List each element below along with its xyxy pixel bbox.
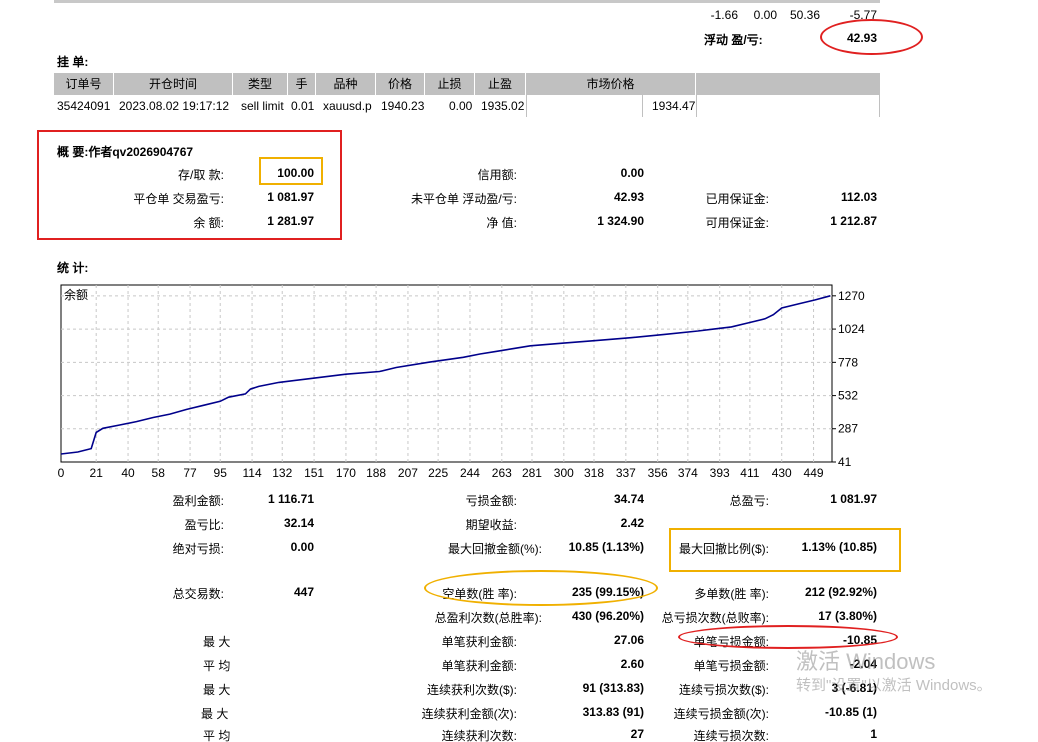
chart-y-tick-label: 1024 <box>838 322 865 336</box>
max-label-2: 最 大 <box>203 683 231 697</box>
largest-profit-label: 单笔获利金额: <box>441 635 517 649</box>
chart-y-tick-label: 532 <box>838 389 858 403</box>
chart-x-tick-label: 411 <box>740 466 759 480</box>
avg-cons-wins-value: 27 <box>630 727 644 741</box>
gross-loss-value: 34.74 <box>613 492 644 506</box>
max-cons-loss-value: -10.85 (1) <box>824 705 877 719</box>
chart-title: 余额 <box>64 287 88 302</box>
chart-y-tick-label: 41 <box>838 455 852 469</box>
expected-label: 期望收益: <box>465 518 517 532</box>
chart-x-tick-label: 95 <box>214 466 228 480</box>
chart-x-tick-label: 21 <box>90 466 104 480</box>
profit-factor-label: 盈亏比: <box>184 518 224 532</box>
max-dd-value: 10.85 (1.13%) <box>568 540 644 554</box>
chart-x-tick-label: 449 <box>804 466 824 480</box>
profit-trades-value: 430 (96.20%) <box>571 609 644 623</box>
chart-x-tick-label: 132 <box>272 466 292 480</box>
total-trades-label: 总交易数: <box>172 587 224 601</box>
abs-dd-value: 0.00 <box>290 540 314 554</box>
long-label: 多单数(胜 率): <box>694 587 769 601</box>
max-cons-wins-value: 91 (313.83) <box>582 681 644 695</box>
chart-x-tick-label: 170 <box>336 466 356 480</box>
chart-x-tick-label: 281 <box>522 466 542 480</box>
total-trades-value: 447 <box>293 585 314 599</box>
chart-x-tick-label: 356 <box>648 466 668 480</box>
chart-x-tick-label: 114 <box>243 466 262 480</box>
chart-y-tick-label: 287 <box>838 422 858 436</box>
chart-x-tick-label: 244 <box>460 466 480 480</box>
max-cons-losses-label: 连续亏损次数($): <box>678 683 769 697</box>
avg-cons-wins-label: 连续获利次数: <box>441 729 517 742</box>
chart-x-tick-label: 430 <box>772 466 792 480</box>
chart-y-tick-label: 1270 <box>838 289 865 303</box>
yellow-ellipse-annotation <box>424 570 658 606</box>
profit-factor-value: 32.14 <box>283 516 314 530</box>
max-cons-loss-label: 连续亏损金额(次): <box>673 707 769 721</box>
chart-plot-area <box>60 284 833 463</box>
activation-watermark-title: 激活 Windows <box>796 649 936 674</box>
avg-cons-losses-label: 连续亏损次数: <box>693 729 769 742</box>
loss-trades-label: 总亏损次数(总败率): <box>661 611 769 625</box>
chart-x-tick-label: 263 <box>492 466 512 480</box>
avg-loss-label: 单笔亏损金额: <box>693 659 769 673</box>
chart-x-tick-label: 40 <box>121 466 135 480</box>
largest-profit-value: 27.06 <box>613 633 644 647</box>
max-cons-profit-label: 连续获利金额(次): <box>421 707 517 721</box>
max-label-3: 最 大 <box>201 707 229 721</box>
abs-dd-label: 绝对亏损: <box>172 542 224 556</box>
avg-label-1: 平 均 <box>203 659 231 673</box>
chart-x-tick-label: 374 <box>678 466 698 480</box>
chart-x-tick-label: 393 <box>710 466 730 480</box>
yellow-box-annotation <box>669 528 901 572</box>
activation-watermark-text: 转到"设置"以激活 Windows。 <box>796 677 992 694</box>
chart-x-tick-label: 0 <box>58 466 65 480</box>
expected-value: 2.42 <box>620 516 644 530</box>
max-label-1: 最 大 <box>203 635 231 649</box>
avg-profit-value: 2.60 <box>620 657 644 671</box>
total-net-value: 1 081.97 <box>830 492 877 506</box>
chart-x-tick-label: 77 <box>183 466 197 480</box>
chart-x-tick-label: 188 <box>366 466 386 480</box>
chart-x-tick-label: 207 <box>398 466 418 480</box>
profit-trades-label: 总盈利次数(总胜率): <box>434 611 542 625</box>
max-cons-profit-value: 313.83 (91) <box>582 705 644 719</box>
avg-profit-label: 单笔获利金额: <box>441 659 517 673</box>
chart-x-tick-label: 58 <box>152 466 166 480</box>
chart-x-tick-label: 337 <box>616 466 636 480</box>
gross-profit-label: 盈利金额: <box>172 494 224 508</box>
gross-profit-value: 1 116.71 <box>267 492 314 506</box>
avg-label-2: 平 均 <box>203 729 231 742</box>
total-net-label: 总盈亏: <box>729 494 769 508</box>
chart-x-tick-label: 225 <box>428 466 448 480</box>
chart-x-tick-label: 151 <box>304 466 324 480</box>
gross-loss-label: 亏损金额: <box>465 494 517 508</box>
chart-x-tick-label: 300 <box>554 466 574 480</box>
chart-x-tick-label: 318 <box>584 466 604 480</box>
max-cons-wins-label: 连续获利次数($): <box>426 683 517 697</box>
chart-y-tick-label: 778 <box>838 355 858 369</box>
loss-trades-value: 17 (3.80%) <box>818 609 877 623</box>
avg-cons-losses-value: 1 <box>870 727 877 741</box>
max-dd-label: 最大回撤金额(%): <box>448 542 542 556</box>
long-value: 212 (92.92%) <box>804 585 877 599</box>
